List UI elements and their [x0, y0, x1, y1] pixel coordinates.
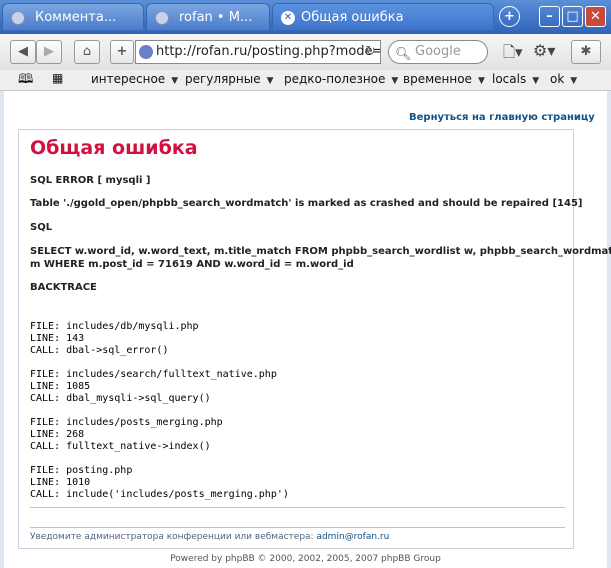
search-box[interactable]: 🔍︎ Google [388, 40, 488, 64]
chevron-down-icon: ▼ [391, 76, 399, 86]
grid-icon[interactable]: ▦ [52, 71, 63, 85]
bookmark-folder-ok[interactable]: ok ▼ [550, 72, 577, 86]
minimize-button[interactable]: – [539, 6, 560, 27]
table-crashed-message: Table './ggold_open/phpbb_search_wordmat… [30, 198, 583, 209]
sql-heading: SQL [30, 222, 53, 233]
page-icon [155, 10, 169, 25]
address-bar[interactable]: http://rofan.ru/posting.php?mode=re ↻ [135, 40, 381, 64]
page-icon [11, 10, 25, 25]
backtrace-entry: FILE: posting.php LINE: 1010 CALL: include… [30, 465, 289, 500]
close-window-button[interactable]: ✕ [585, 6, 606, 27]
backtrace-entry: FILE: includes/db/mysqli.php LINE: 143 CAL… [30, 321, 199, 356]
tab-rofan[interactable]: rofan • М... [146, 3, 270, 31]
tab-error[interactable]: ✕ Общая ошибка [272, 3, 494, 31]
tab-comments[interactable]: Коммента... [2, 3, 144, 31]
bookmark-folder-interesting[interactable]: интересное ▼ [91, 72, 178, 86]
bookmark-folder-rarely-useful[interactable]: редко-полезное ▼ [284, 72, 398, 86]
arrow-left-icon: ◀ [18, 44, 28, 59]
close-tab-icon[interactable]: ✕ [281, 10, 295, 25]
add-bookmark-button[interactable]: + [110, 40, 134, 64]
bookmarks-bar: 🕮 ▦ интересное ▼ регулярные ▼ редко-полезн… [0, 70, 611, 91]
page-menu-icon[interactable]: 🗋▾ [503, 42, 523, 67]
sql-query-line: m WHERE m.post_id = 71619 AND w.word_id … [30, 259, 354, 270]
bookmark-folder-temporary[interactable]: временное ▼ [403, 72, 485, 86]
site-favicon [139, 45, 153, 59]
bookmark-folder-regular[interactable]: регулярные ▼ [185, 72, 274, 86]
divider [30, 507, 565, 508]
bookmark-folder-locals[interactable]: locals ▼ [492, 72, 539, 86]
powered-by-footer: Powered by phpBB © 2000, 2002, 2005, 200… [170, 554, 441, 564]
chevron-down-icon: ▼ [266, 76, 274, 86]
chevron-down-icon: ▼ [171, 76, 179, 86]
chevron-down-icon: ▼ [570, 76, 578, 86]
gear-icon[interactable]: ⚙▾ [533, 41, 555, 60]
sql-error-heading: SQL ERROR [ mysqli ] [30, 175, 151, 186]
home-button[interactable]: ⌂ [74, 40, 100, 64]
title-bar: Коммента... rofan • М... ✕ Общая ошибка +… [0, 0, 611, 34]
back-to-index-link[interactable]: Вернуться на главную страницу [409, 112, 595, 123]
backtrace-entry: FILE: includes/posts_merging.php LINE: 26… [30, 417, 223, 452]
backtrace-heading: BACKTRACE [30, 282, 97, 293]
page-title: Общая ошибка [30, 137, 198, 159]
sql-query-line: SELECT w.word_id, w.word_text, m.title_m… [30, 246, 611, 257]
maximize-button[interactable]: □ [562, 6, 583, 27]
chevron-down-icon: ▼ [477, 76, 485, 86]
forward-button[interactable]: ▶ [36, 40, 62, 64]
home-icon: ⌂ [82, 44, 92, 59]
nav-toolbar: ◀ ▶ ⌂ + http://rofan.ru/posting.php?mode… [0, 34, 611, 71]
error-panel: Общая ошибка SQL ERROR [ mysqli ] Table … [18, 129, 611, 549]
chevron-down-icon: ▼ [532, 76, 540, 86]
divider [30, 527, 565, 528]
admin-email-link[interactable]: admin@rofan.ru [316, 532, 389, 542]
backtrace-entry: FILE: includes/search/fulltext_native.ph… [30, 369, 277, 404]
back-button[interactable]: ◀ [10, 40, 36, 64]
page-content: Вернуться на главную страницу Общая ошиб… [0, 91, 611, 568]
arrow-right-icon: ▶ [44, 44, 54, 59]
search-icon: 🔍︎ [395, 47, 412, 62]
book-icon[interactable]: 🕮 [18, 70, 33, 92]
bug-icon[interactable]: ✱ [571, 40, 601, 64]
admin-notice: Уведомите администратора конференции или… [30, 532, 390, 542]
new-tab-button[interactable]: + [499, 6, 520, 27]
reload-icon[interactable]: ↻ [365, 41, 376, 63]
plus-icon: + [116, 44, 128, 59]
